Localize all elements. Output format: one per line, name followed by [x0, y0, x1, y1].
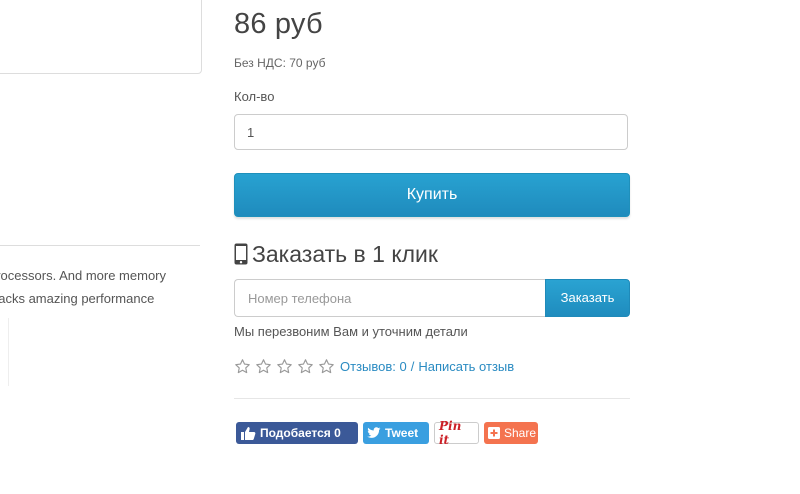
- star-icon[interactable]: [297, 358, 314, 375]
- share-buttons: Подобается 0 Tweet Pin it Share: [236, 418, 543, 447]
- share-button[interactable]: Share: [484, 421, 538, 444]
- star-icon[interactable]: [276, 358, 293, 375]
- tweet-label: Tweet: [385, 425, 419, 440]
- one-click-title-text: Заказать в 1 клик: [252, 240, 438, 267]
- left-panel-box: [0, 0, 202, 74]
- product-price: 86 руб: [234, 8, 323, 40]
- callback-note: Мы перезвоним Вам и уточним детали: [234, 324, 468, 339]
- pinterest-pin-button[interactable]: Pin it: [434, 418, 479, 447]
- reviews-count-link[interactable]: Отзывов: 0: [340, 359, 407, 374]
- star-icon[interactable]: [318, 358, 335, 375]
- quantity-label: Кол-во: [234, 89, 275, 104]
- description-line-1: processors. And more memory: [0, 268, 167, 283]
- star-icon[interactable]: [234, 358, 251, 375]
- plus-box-icon: [488, 426, 500, 439]
- price-without-vat: Без НДС: 70 руб: [234, 56, 326, 70]
- review-links: Отзывов: 0/Написать отзыв: [340, 359, 514, 374]
- thumbs-up-icon: [240, 426, 256, 440]
- left-divider: [0, 245, 200, 246]
- one-click-order-button[interactable]: Заказать: [545, 279, 630, 317]
- mobile-phone-icon: [234, 243, 248, 265]
- facebook-like-label: Подобается 0: [260, 425, 341, 440]
- pin-it-label: Pin it: [439, 418, 462, 447]
- quantity-input[interactable]: [234, 114, 628, 150]
- facebook-like-button[interactable]: Подобается 0: [236, 421, 358, 444]
- buy-button[interactable]: Купить: [234, 173, 630, 217]
- rating-row: Отзывов: 0/Написать отзыв: [234, 356, 514, 376]
- product-description: processors. And more memory packs amazin…: [0, 264, 205, 310]
- write-review-link[interactable]: Написать отзыв: [418, 359, 514, 374]
- phone-order-group: Заказать: [234, 279, 630, 317]
- share-label: Share: [504, 425, 537, 440]
- share-divider: [234, 398, 630, 399]
- review-links-separator: /: [410, 358, 415, 374]
- twitter-tweet-button[interactable]: Tweet: [363, 421, 429, 444]
- description-line-2: packs amazing performance: [0, 291, 155, 306]
- one-click-order-title: Заказать в 1 клик: [234, 240, 438, 268]
- phone-number-input[interactable]: [234, 279, 545, 317]
- star-icon[interactable]: [255, 358, 272, 375]
- left-divider-vertical: [8, 318, 9, 386]
- twitter-bird-icon: [367, 426, 381, 439]
